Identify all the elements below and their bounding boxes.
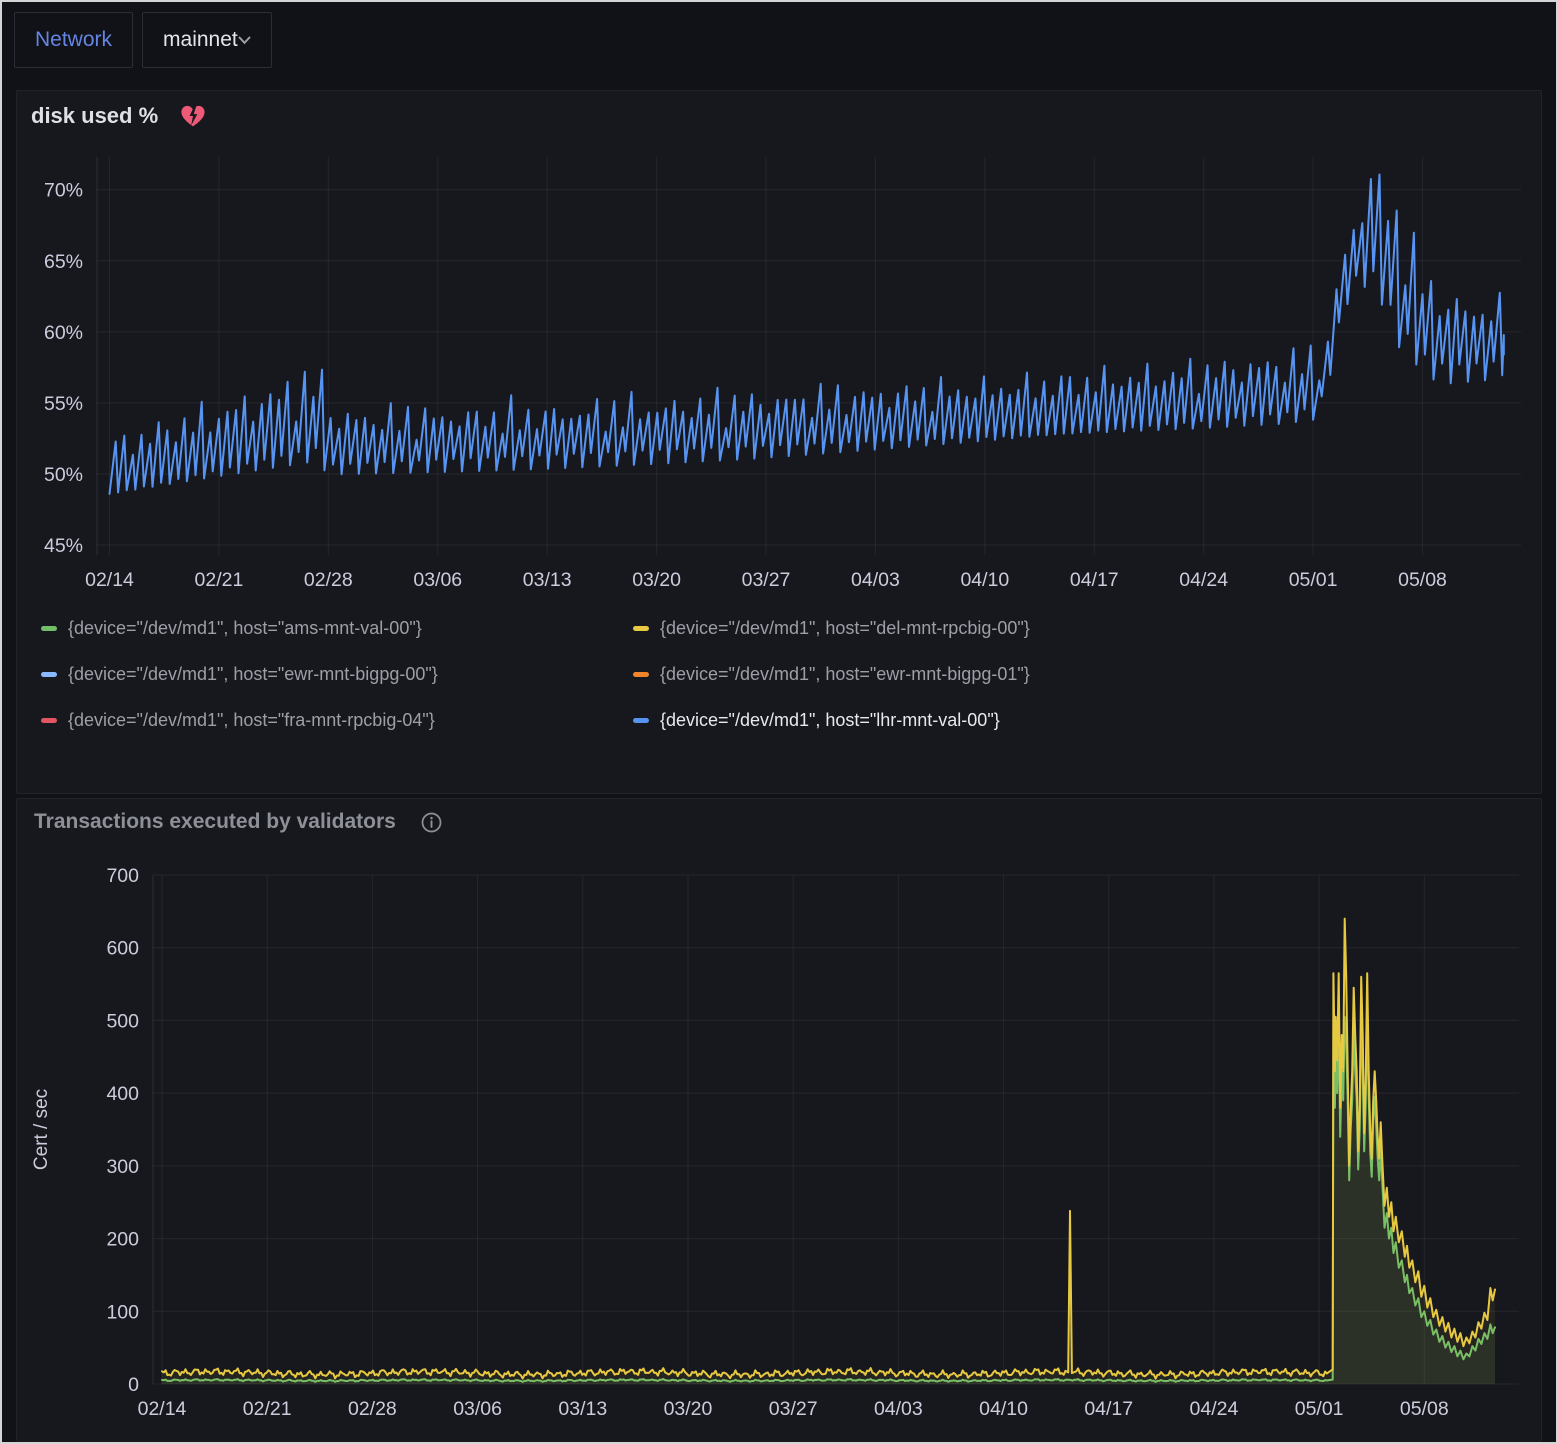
x-axis-tick-label: 04/03	[851, 569, 900, 591]
legend-series-swatch	[41, 626, 57, 631]
x-axis-tick-label: 02/14	[138, 1398, 187, 1420]
info-icon[interactable]	[420, 811, 443, 834]
legend-item[interactable]: {device="/dev/md1", host="ewr-mnt-bigpg-…	[41, 651, 633, 697]
x-axis-tick-label: 02/28	[304, 569, 353, 591]
x-axis-tick-label: 05/08	[1400, 1398, 1449, 1420]
disk-used-chart-canvas[interactable]: 45% 50% 55% 60% 65% 70% 02/14 02/21 02/28 03/06 03…	[17, 141, 1541, 603]
transactions-panel-title-row: Transactions executed by validators	[17, 799, 1541, 845]
x-axis-tick-label: 02/28	[348, 1398, 397, 1420]
legend-series-label: {device="/dev/md1", host="lhr-mnt-val-00…	[660, 710, 1000, 731]
legend-series-swatch	[633, 672, 649, 677]
x-axis-tick-label: 03/06	[453, 1398, 502, 1420]
x-axis-tick-label: 03/13	[558, 1398, 607, 1420]
variable-value: mainnet	[163, 28, 238, 52]
legend-series-label: {device="/dev/md1", host="ams-mnt-val-00…	[68, 618, 422, 639]
x-axis-tick-label: 04/10	[979, 1398, 1028, 1420]
chevron-down-icon	[238, 36, 251, 45]
x-axis-tick-label: 02/14	[85, 569, 134, 591]
legend-item[interactable]: {device="/dev/md1", host="ewr-mnt-bigpg-…	[633, 651, 1541, 697]
y-axis-tick-label: 300	[106, 1156, 139, 1178]
series-area-fill	[162, 1013, 1495, 1384]
disk-used-panel: disk used % 45% 50% 55% 60% 65% 70% 02/14 02/21…	[16, 90, 1542, 794]
network-variable-value-dropdown[interactable]: mainnet	[142, 12, 272, 68]
series-line	[162, 919, 1495, 1379]
legend-series-label: {device="/dev/md1", host="ewr-mnt-bigpg-…	[660, 664, 1030, 685]
transactions-panel-title[interactable]: Transactions executed by validators	[34, 810, 396, 834]
y-axis-tick-label: 100	[106, 1301, 139, 1323]
x-axis-tick-label: 03/27	[769, 1398, 818, 1420]
y-axis-tick-label: 45%	[44, 535, 83, 557]
x-axis-tick-label: 02/21	[243, 1398, 292, 1420]
x-axis-tick-label: 04/17	[1084, 1398, 1133, 1420]
broken-heart-alert-icon	[180, 103, 206, 129]
x-axis-tick-label: 05/08	[1398, 569, 1447, 591]
legend-series-swatch	[41, 718, 57, 723]
legend-item[interactable]: {device="/dev/md1", host="del-mnt-rpcbig…	[633, 605, 1541, 651]
legend-series-label: {device="/dev/md1", host="ewr-mnt-bigpg-…	[68, 664, 438, 685]
network-variable-label-chip[interactable]: Network	[14, 12, 133, 68]
y-axis-tick-label: 700	[106, 865, 139, 887]
x-axis-tick-label: 04/10	[960, 569, 1009, 591]
y-axis-tick-label: 600	[106, 938, 139, 960]
y-axis-tick-label: 200	[106, 1229, 139, 1251]
x-axis-tick-label: 03/20	[664, 1398, 713, 1420]
x-axis-tick-label: 04/24	[1179, 569, 1228, 591]
y-axis-title: Cert / sec	[31, 1089, 52, 1170]
series-line	[162, 1013, 1495, 1382]
legend-series-label: {device="/dev/md1", host="fra-mnt-rpcbig…	[68, 710, 435, 731]
dashboard-toolbar: Network mainnet	[2, 2, 1556, 90]
x-axis-tick-label: 04/03	[874, 1398, 923, 1420]
x-axis-tick-label: 02/21	[195, 569, 244, 591]
x-axis-tick-label: 05/01	[1289, 569, 1338, 591]
variable-label: Network	[35, 28, 112, 52]
transactions-chart-canvas[interactable]: 0 100 200 300 400 500 600 700 02/14 02/21 02/28 03/…	[17, 845, 1541, 1442]
legend-item[interactable]: {device="/dev/md1", host="fra-mnt-rpcbig…	[41, 697, 633, 743]
dashboard-page: Network mainnet disk used % 45% 50% 55% 60%…	[0, 0, 1558, 1444]
legend-item[interactable]: {device="/dev/md1", host="ams-mnt-val-00…	[41, 605, 633, 651]
x-axis-tick-label: 04/17	[1070, 569, 1119, 591]
x-axis-tick-label: 03/06	[413, 569, 462, 591]
x-axis-tick-label: 03/27	[742, 569, 791, 591]
series-area-fill	[162, 919, 1495, 1384]
x-axis-tick-label: 03/13	[523, 569, 572, 591]
y-axis-tick-label: 55%	[44, 393, 83, 415]
x-axis-tick-label: 03/20	[632, 569, 681, 591]
x-axis-tick-label: 05/01	[1295, 1398, 1344, 1420]
disk-used-legend: {device="/dev/md1", host="ams-mnt-val-00…	[17, 603, 1541, 749]
y-axis-tick-label: 60%	[44, 322, 83, 344]
legend-item[interactable]: {device="/dev/md1", host="lhr-mnt-val-00…	[633, 697, 1541, 743]
chart-svg: 0 100 200 300 400 500 600 700 02/14 02/21 02/28 03/…	[17, 845, 1541, 1442]
chart-svg: 45% 50% 55% 60% 65% 70% 02/14 02/21 02/28 03/06 03…	[17, 141, 1541, 603]
legend-series-swatch	[633, 626, 649, 631]
x-axis-tick-label: 04/24	[1190, 1398, 1239, 1420]
y-axis-tick-label: 0	[128, 1374, 139, 1396]
disk-panel-title[interactable]: disk used %	[31, 103, 158, 129]
y-axis-tick-label: 50%	[44, 464, 83, 486]
legend-series-label: {device="/dev/md1", host="del-mnt-rpcbig…	[660, 618, 1030, 639]
series-line	[110, 175, 1504, 494]
legend-series-swatch	[633, 718, 649, 723]
disk-panel-title-row: disk used %	[17, 91, 1541, 141]
transactions-panel: Transactions executed by validators 0 100…	[16, 798, 1542, 1442]
y-axis-tick-label: 70%	[44, 180, 83, 202]
y-axis-tick-label: 500	[106, 1010, 139, 1032]
y-axis-tick-label: 65%	[44, 251, 83, 273]
legend-series-swatch	[41, 672, 57, 677]
y-axis-tick-label: 400	[106, 1083, 139, 1105]
